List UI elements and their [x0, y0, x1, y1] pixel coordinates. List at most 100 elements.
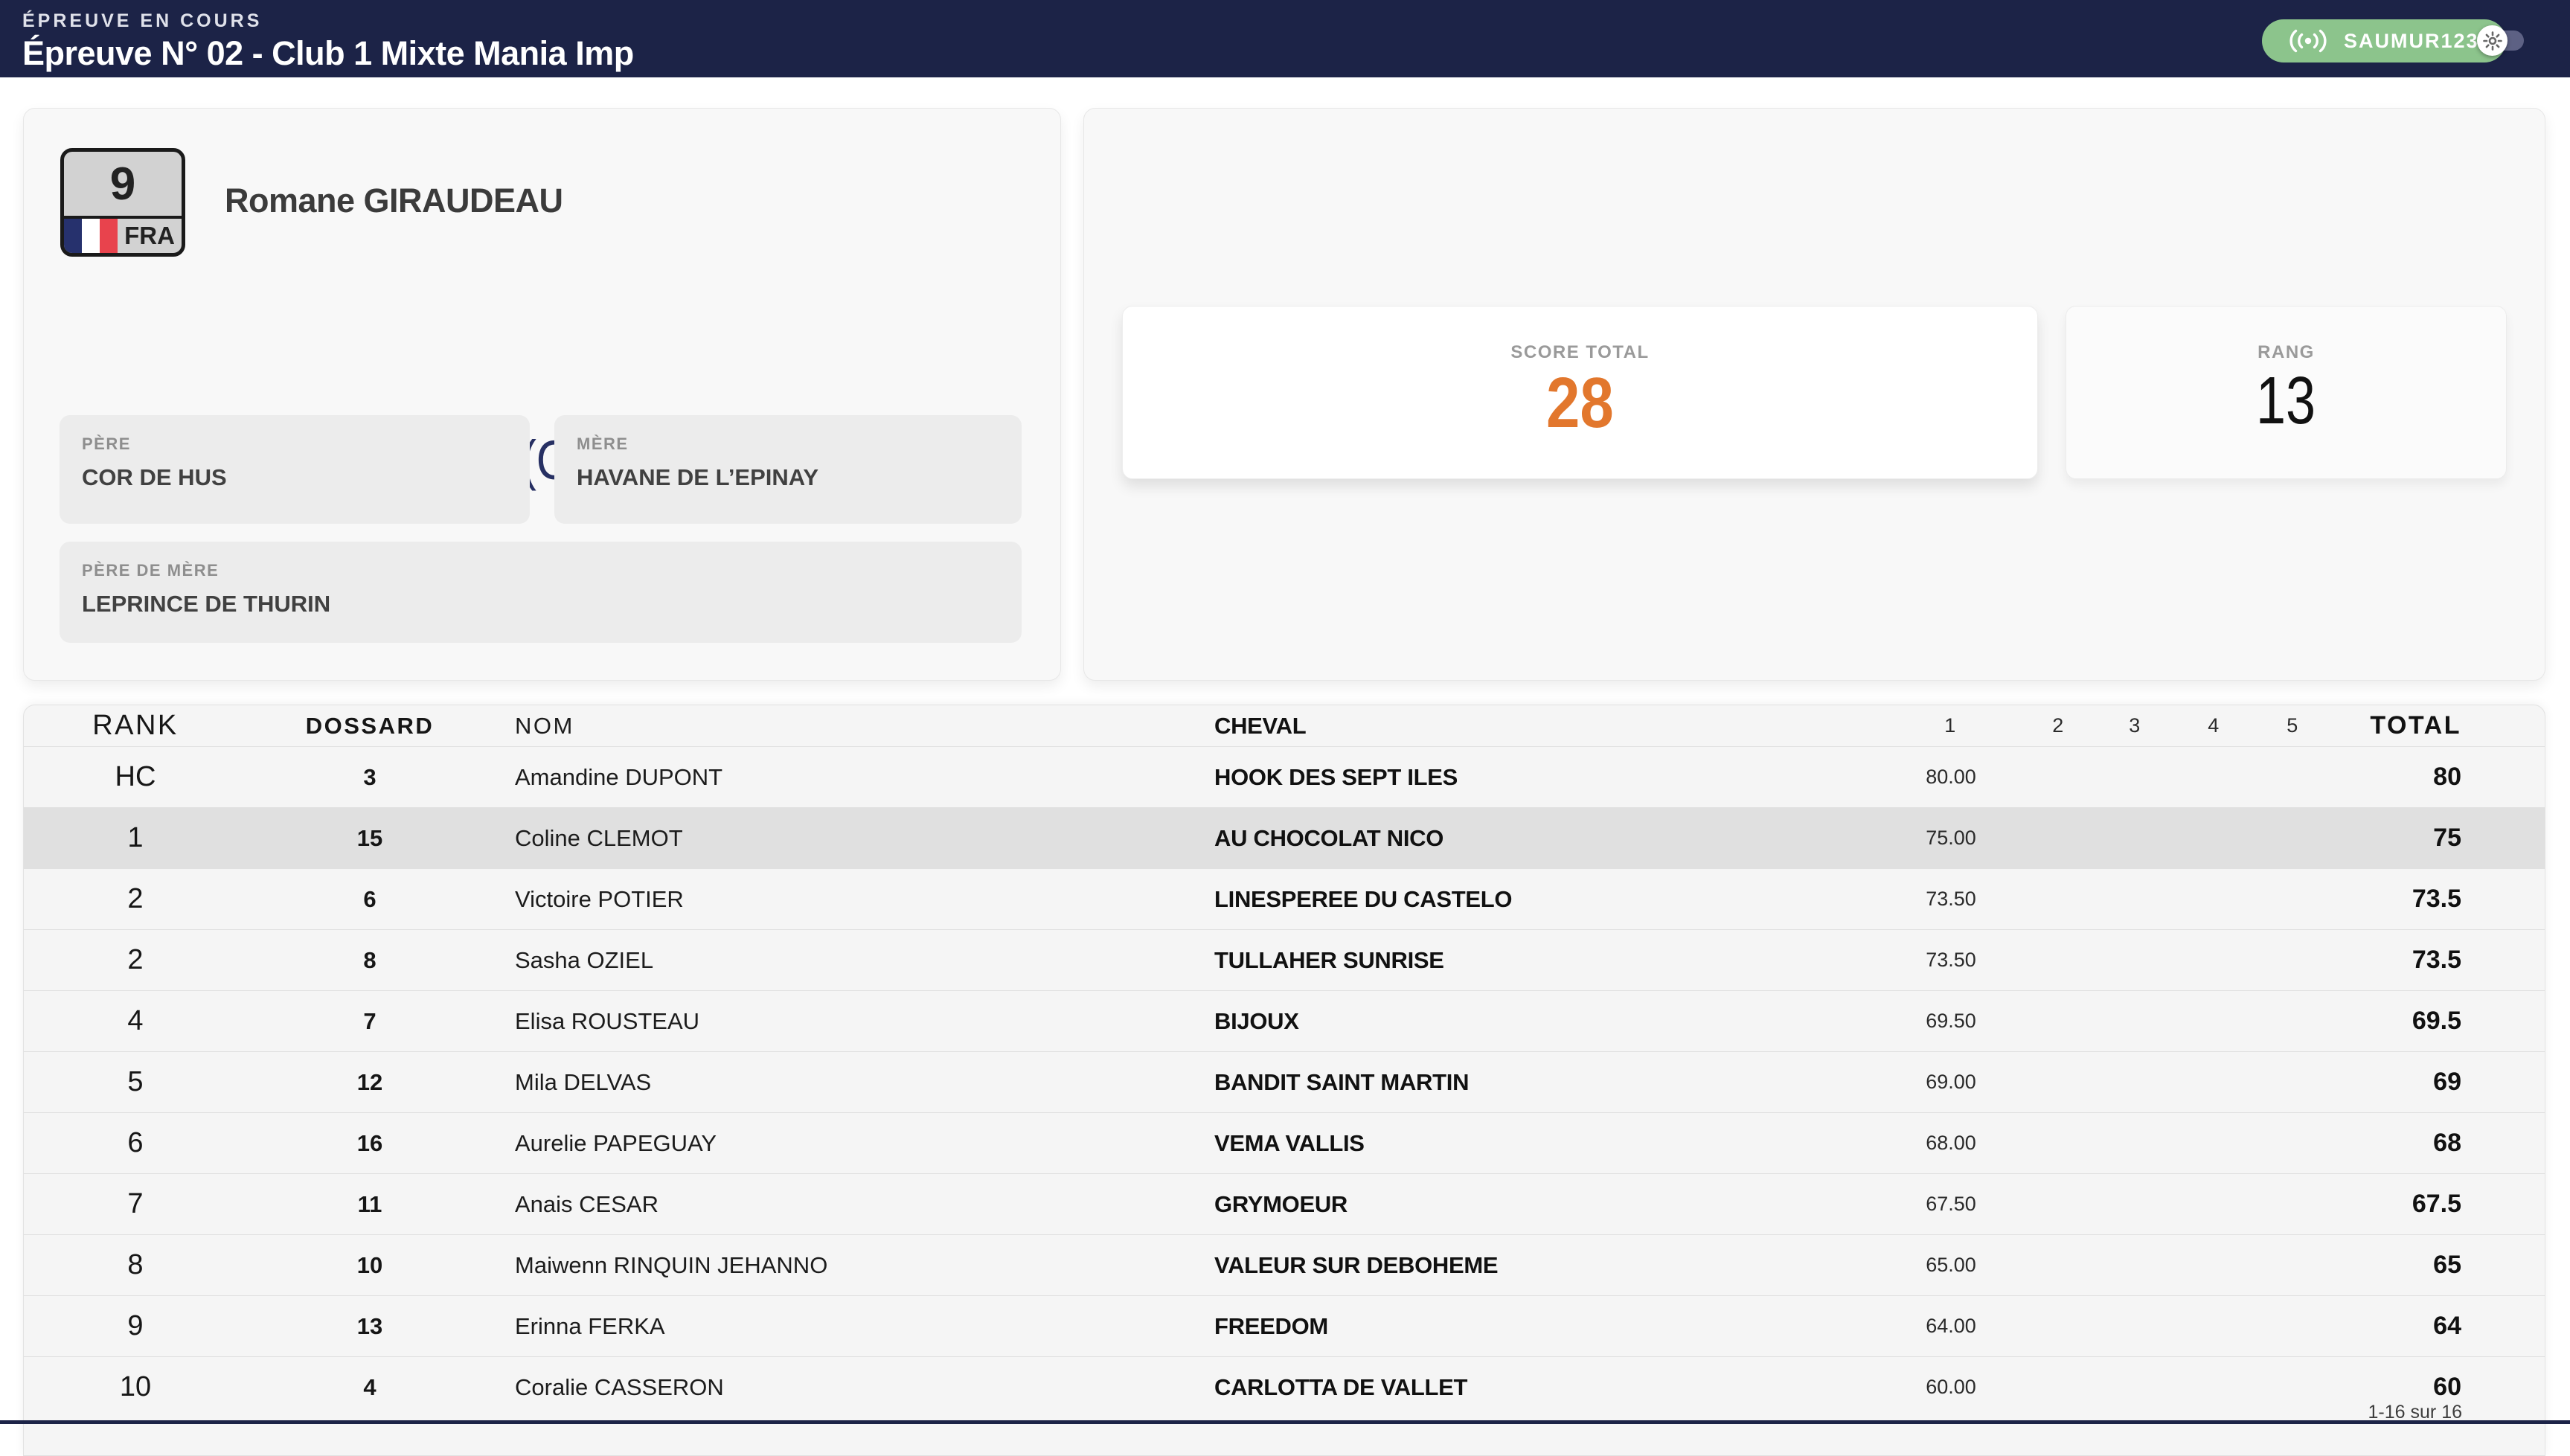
- cell-rank: 10: [24, 1371, 247, 1403]
- col-header-4: 4: [2175, 714, 2254, 737]
- event-title: Épreuve N° 02 - Club 1 Mixte Mania Imp: [22, 34, 634, 73]
- cell-nom: Amandine DUPONT: [493, 764, 1207, 791]
- sire-box: PÈRE COR DE HUS: [60, 415, 530, 524]
- cell-total: 65: [2333, 1251, 2545, 1280]
- table-row[interactable]: 10 4 Coralie CASSERON CARLOTTA DE VALLET…: [24, 1356, 2545, 1417]
- cell-total: 73.5: [2333, 885, 2545, 914]
- cell-rank: HC: [24, 761, 247, 793]
- cell-rank: 9: [24, 1310, 247, 1342]
- cell-dossard: 3: [247, 764, 493, 791]
- cell-score-1: 80.00: [1880, 766, 2022, 789]
- table-row[interactable]: 1 15 Coline CLEMOT AU CHOCOLAT NICO 75.0…: [24, 807, 2545, 868]
- country-code: FRA: [118, 219, 182, 253]
- rider-name: Romane GIRAUDEAU: [225, 182, 563, 220]
- cell-score-1: 64.00: [1880, 1315, 2022, 1338]
- cell-total: 64: [2333, 1312, 2545, 1341]
- cell-dossard: 4: [247, 1374, 493, 1401]
- broadcast-icon: [2289, 29, 2327, 53]
- col-header-total: TOTAL: [2333, 711, 2545, 740]
- table-row[interactable]: 7 11 Anais CESAR GRYMOEUR 67.50 67.5: [24, 1173, 2545, 1234]
- cell-score-1: 73.50: [1880, 949, 2022, 972]
- cell-score-1: 68.00: [1880, 1132, 2022, 1155]
- cell-cheval: AU CHOCOLAT NICO: [1207, 825, 1880, 852]
- bib-number: 9: [64, 152, 182, 216]
- damsire-box: PÈRE DE MÈRE LEPRINCE DE THURIN: [60, 542, 1022, 643]
- table-row[interactable]: 6 16 Aurelie PAPEGUAY VEMA VALLIS 68.00 …: [24, 1112, 2545, 1173]
- cell-score-1: 67.50: [1880, 1193, 2022, 1216]
- top-bar: ÉPREUVE EN COURS Épreuve N° 02 - Club 1 …: [0, 0, 2570, 77]
- cell-nom: Coline CLEMOT: [493, 825, 1207, 852]
- cell-dossard: 11: [247, 1191, 493, 1218]
- col-header-dossard: DOSSARD: [247, 713, 493, 740]
- table-row[interactable]: 8 10 Maiwenn RINQUIN JEHANNO VALEUR SUR …: [24, 1234, 2545, 1295]
- score-total-label: SCORE TOTAL: [1510, 342, 1649, 363]
- cell-cheval: GRYMOEUR: [1207, 1191, 1880, 1218]
- cell-cheval: CARLOTTA DE VALLET: [1207, 1374, 1880, 1401]
- theme-toggle[interactable]: [2485, 31, 2524, 51]
- col-header-2: 2: [2022, 714, 2096, 737]
- cell-nom: Aurelie PAPEGUAY: [493, 1130, 1207, 1157]
- table-row[interactable]: 2 6 Victoire POTIER LINESPEREE DU CASTEL…: [24, 868, 2545, 929]
- table-row[interactable]: 5 12 Mila DELVAS BANDIT SAINT MARTIN 69.…: [24, 1051, 2545, 1112]
- damsire-value: LEPRINCE DE THURIN: [82, 591, 999, 618]
- cell-dossard: 8: [247, 947, 493, 974]
- damsire-label: PÈRE DE MÈRE: [82, 561, 999, 580]
- table-header-row: RANK DOSSARD NOM CHEVAL 1 2 3 4 5 TOTAL: [24, 705, 2545, 746]
- col-header-3: 3: [2096, 714, 2175, 737]
- cell-dossard: 16: [247, 1130, 493, 1157]
- cell-cheval: FREEDOM: [1207, 1313, 1880, 1340]
- france-flag: [64, 219, 118, 253]
- sire-label: PÈRE: [82, 434, 507, 454]
- cell-rank: 5: [24, 1066, 247, 1098]
- table-row[interactable]: 9 13 Erinna FERKA FREEDOM 64.00 64: [24, 1295, 2545, 1356]
- cell-total: 80: [2333, 763, 2545, 792]
- cell-dossard: 13: [247, 1313, 493, 1340]
- cell-nom: Mila DELVAS: [493, 1069, 1207, 1096]
- dam-value: HAVANE DE L’EPINAY: [577, 464, 999, 491]
- table-body: HC 3 Amandine DUPONT HOOK DES SEPT ILES …: [24, 746, 2545, 1417]
- bottom-bar: [0, 1420, 2570, 1424]
- cell-dossard: 7: [247, 1008, 493, 1035]
- cell-score-1: 69.00: [1880, 1071, 2022, 1094]
- cell-score-1: 65.00: [1880, 1254, 2022, 1277]
- cell-rank: 7: [24, 1188, 247, 1220]
- cell-rank: 8: [24, 1249, 247, 1281]
- cell-rank: 2: [24, 944, 247, 976]
- cell-total: 67.5: [2333, 1190, 2545, 1219]
- dam-box: MÈRE HAVANE DE L’EPINAY: [554, 415, 1022, 524]
- cell-score-1: 60.00: [1880, 1376, 2022, 1399]
- table-row[interactable]: 2 8 Sasha OZIEL TULLAHER SUNRISE 73.50 7…: [24, 929, 2545, 990]
- cell-nom: Erinna FERKA: [493, 1313, 1207, 1340]
- connection-badge: SAUMUR123: [2262, 19, 2506, 62]
- cell-total: 73.5: [2333, 946, 2545, 975]
- cell-rank: 1: [24, 822, 247, 854]
- cell-rank: 2: [24, 883, 247, 915]
- cell-score-1: 75.00: [1880, 827, 2022, 850]
- score-total-card: SCORE TOTAL 28: [1122, 306, 2038, 479]
- rank-label: RANG: [2257, 342, 2315, 363]
- cell-nom: Elisa ROUSTEAU: [493, 1008, 1207, 1035]
- cell-cheval: TULLAHER SUNRISE: [1207, 947, 1880, 974]
- cell-dossard: 10: [247, 1252, 493, 1279]
- cell-total: 69: [2333, 1068, 2545, 1097]
- table-row[interactable]: HC 3 Amandine DUPONT HOOK DES SEPT ILES …: [24, 746, 2545, 807]
- col-header-1: 1: [1880, 714, 2022, 737]
- cell-score-1: 73.50: [1880, 888, 2022, 911]
- current-rider-card: 9 FRA Romane GIRAUDEAU AVANA DE LA LOIRE…: [23, 108, 1061, 681]
- cell-nom: Victoire POTIER: [493, 886, 1207, 913]
- event-status-label: ÉPREUVE EN COURS: [22, 10, 262, 32]
- cell-total: 60: [2333, 1373, 2545, 1402]
- col-header-5: 5: [2254, 714, 2333, 737]
- dam-label: MÈRE: [577, 434, 999, 454]
- cell-cheval: VALEUR SUR DEBOHEME: [1207, 1252, 1880, 1279]
- rank-value: 13: [2256, 368, 2316, 434]
- sun-icon: [2483, 31, 2502, 51]
- col-header-cheval: CHEVAL: [1207, 713, 1880, 740]
- cell-cheval: VEMA VALLIS: [1207, 1130, 1880, 1157]
- theme-toggle-knob[interactable]: [2477, 25, 2507, 56]
- connection-badge-label: SAUMUR123: [2344, 30, 2479, 53]
- score-total-value: 28: [1546, 368, 1614, 439]
- cell-dossard: 15: [247, 825, 493, 852]
- cell-nom: Maiwenn RINQUIN JEHANNO: [493, 1252, 1207, 1279]
- table-row[interactable]: 4 7 Elisa ROUSTEAU BIJOUX 69.50 69.5: [24, 990, 2545, 1051]
